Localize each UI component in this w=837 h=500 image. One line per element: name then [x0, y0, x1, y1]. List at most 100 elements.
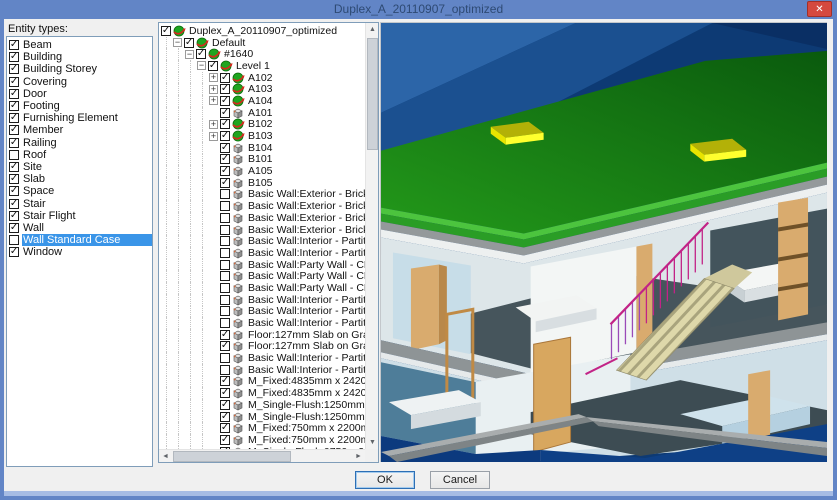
checkbox-icon[interactable]: [9, 223, 19, 233]
checkbox-icon[interactable]: [9, 199, 19, 209]
tree-row[interactable]: Basic Wall:Interior - Partition (92mm: [159, 247, 365, 259]
tree-row[interactable]: Basic Wall:Exterior - Brick on Block:: [159, 200, 365, 212]
tree-row[interactable]: + A103: [159, 83, 365, 95]
tree-row[interactable]: Basic Wall:Interior - Partition (92mm: [159, 294, 365, 306]
tree-row[interactable]: Floor:127mm Slab on Grade:143106: [159, 341, 365, 353]
tree-row[interactable]: B105: [159, 177, 365, 189]
tree-row[interactable]: M_Single-Flush:1250mm x 2010mm:: [159, 399, 365, 411]
checkbox-icon[interactable]: [220, 295, 230, 305]
entity-type-row[interactable]: Member: [7, 124, 152, 136]
tree-row[interactable]: Basic Wall:Interior - Partition (92mm: [159, 306, 365, 318]
checkbox-icon[interactable]: [9, 77, 19, 87]
tree-row[interactable]: + B103: [159, 130, 365, 142]
checkbox-icon[interactable]: [220, 412, 230, 422]
checkbox-icon[interactable]: [220, 365, 230, 375]
entity-type-row[interactable]: Building Storey: [7, 63, 152, 75]
checkbox-icon[interactable]: [220, 119, 230, 129]
checkbox-icon[interactable]: [220, 376, 230, 386]
tree-row[interactable]: B101: [159, 154, 365, 166]
checkbox-icon[interactable]: [9, 89, 19, 99]
entity-type-row[interactable]: Covering: [7, 76, 152, 88]
entity-type-row[interactable]: Stair: [7, 197, 152, 209]
tree-row[interactable]: M_Fixed:4835mm x 2420mm:4835m: [159, 387, 365, 399]
model-tree[interactable]: Duplex_A_20110907_optimized − Default − …: [159, 23, 365, 449]
checkbox-icon[interactable]: [9, 211, 19, 221]
tree-row[interactable]: Basic Wall:Interior - Partition (92mm: [159, 364, 365, 376]
checkbox-icon[interactable]: [220, 225, 230, 235]
checkbox-icon[interactable]: [220, 306, 230, 316]
scroll-down-icon[interactable]: ▼: [366, 436, 379, 449]
entity-type-row[interactable]: Space: [7, 185, 152, 197]
checkbox-icon[interactable]: [220, 213, 230, 223]
tree-row[interactable]: Basic Wall:Exterior - Brick on Block:: [159, 189, 365, 201]
checkbox-icon[interactable]: [220, 388, 230, 398]
tree-row[interactable]: Basic Wall:Interior - Partition (92mm: [159, 317, 365, 329]
checkbox-icon[interactable]: [220, 330, 230, 340]
checkbox-icon[interactable]: [220, 201, 230, 211]
tree-row[interactable]: − #1640: [159, 48, 365, 60]
checkbox-icon[interactable]: [208, 61, 218, 71]
ok-button[interactable]: OK: [355, 471, 415, 489]
checkbox-icon[interactable]: [220, 189, 230, 199]
checkbox-icon[interactable]: [220, 131, 230, 141]
checkbox-icon[interactable]: [220, 84, 230, 94]
tree-row[interactable]: − Level 1: [159, 60, 365, 72]
checkbox-icon[interactable]: [9, 235, 19, 245]
entity-type-row[interactable]: Railing: [7, 137, 152, 149]
checkbox-icon[interactable]: [220, 341, 230, 351]
entity-type-row[interactable]: Roof: [7, 149, 152, 161]
entity-type-row[interactable]: Window: [7, 246, 152, 258]
entity-type-row[interactable]: Furnishing Element: [7, 112, 152, 124]
titlebar[interactable]: Duplex_A_20110907_optimized: [0, 0, 837, 19]
checkbox-icon[interactable]: [220, 283, 230, 293]
cancel-button[interactable]: Cancel: [430, 471, 490, 489]
checkbox-icon[interactable]: [9, 52, 19, 62]
checkbox-icon[interactable]: [9, 64, 19, 74]
scroll-right-icon[interactable]: ►: [352, 450, 365, 463]
checkbox-icon[interactable]: [9, 186, 19, 196]
entity-type-row[interactable]: Footing: [7, 100, 152, 112]
checkbox-icon[interactable]: [9, 40, 19, 50]
vertical-scroll-thumb[interactable]: [367, 38, 378, 150]
tree-row[interactable]: + A104: [159, 95, 365, 107]
checkbox-icon[interactable]: [9, 150, 19, 160]
checkbox-icon[interactable]: [220, 154, 230, 164]
tree-row[interactable]: B104: [159, 142, 365, 154]
checkbox-icon[interactable]: [220, 178, 230, 188]
checkbox-icon[interactable]: [161, 26, 171, 36]
checkbox-icon[interactable]: [184, 38, 194, 48]
tree-row[interactable]: Duplex_A_20110907_optimized: [159, 25, 365, 37]
tree-row[interactable]: M_Fixed:750mm x 2200mm:750mm: [159, 434, 365, 446]
checkbox-icon[interactable]: [220, 248, 230, 258]
tree-row[interactable]: A105: [159, 165, 365, 177]
checkbox-icon[interactable]: [220, 236, 230, 246]
entity-type-row[interactable]: Beam: [7, 39, 152, 51]
checkbox-icon[interactable]: [196, 49, 206, 59]
entity-type-row[interactable]: Stair Flight: [7, 210, 152, 222]
tree-row[interactable]: + A102: [159, 72, 365, 84]
checkbox-icon[interactable]: [220, 353, 230, 363]
horizontal-scroll-thumb[interactable]: [173, 451, 291, 462]
tree-row[interactable]: Basic Wall:Exterior - Brick on Block:: [159, 224, 365, 236]
checkbox-icon[interactable]: [220, 143, 230, 153]
tree-row[interactable]: Floor:127mm Slab on Grade:141232: [159, 329, 365, 341]
scroll-left-icon[interactable]: ◄: [159, 450, 172, 463]
tree-row[interactable]: Basic Wall:Interior - Partition (92mm: [159, 352, 365, 364]
tree-row[interactable]: Basic Wall:Party Wall - CMU Reside: [159, 270, 365, 282]
checkbox-icon[interactable]: [9, 125, 19, 135]
tree-row[interactable]: Basic Wall:Party Wall - CMU Reside: [159, 259, 365, 271]
entity-type-row[interactable]: Wall Standard Case: [7, 234, 152, 246]
tree-row[interactable]: − Default: [159, 37, 365, 49]
entity-type-row[interactable]: Building: [7, 51, 152, 63]
checkbox-icon[interactable]: [220, 271, 230, 281]
checkbox-icon[interactable]: [9, 113, 19, 123]
checkbox-icon[interactable]: [9, 162, 19, 172]
close-button[interactable]: ✕: [807, 1, 832, 17]
entity-type-row[interactable]: Site: [7, 161, 152, 173]
checkbox-icon[interactable]: [9, 101, 19, 111]
3d-viewport[interactable]: [380, 22, 827, 462]
checkbox-icon[interactable]: [220, 318, 230, 328]
entity-type-row[interactable]: Wall: [7, 222, 152, 234]
tree-row[interactable]: A101: [159, 107, 365, 119]
checkbox-icon[interactable]: [220, 400, 230, 410]
